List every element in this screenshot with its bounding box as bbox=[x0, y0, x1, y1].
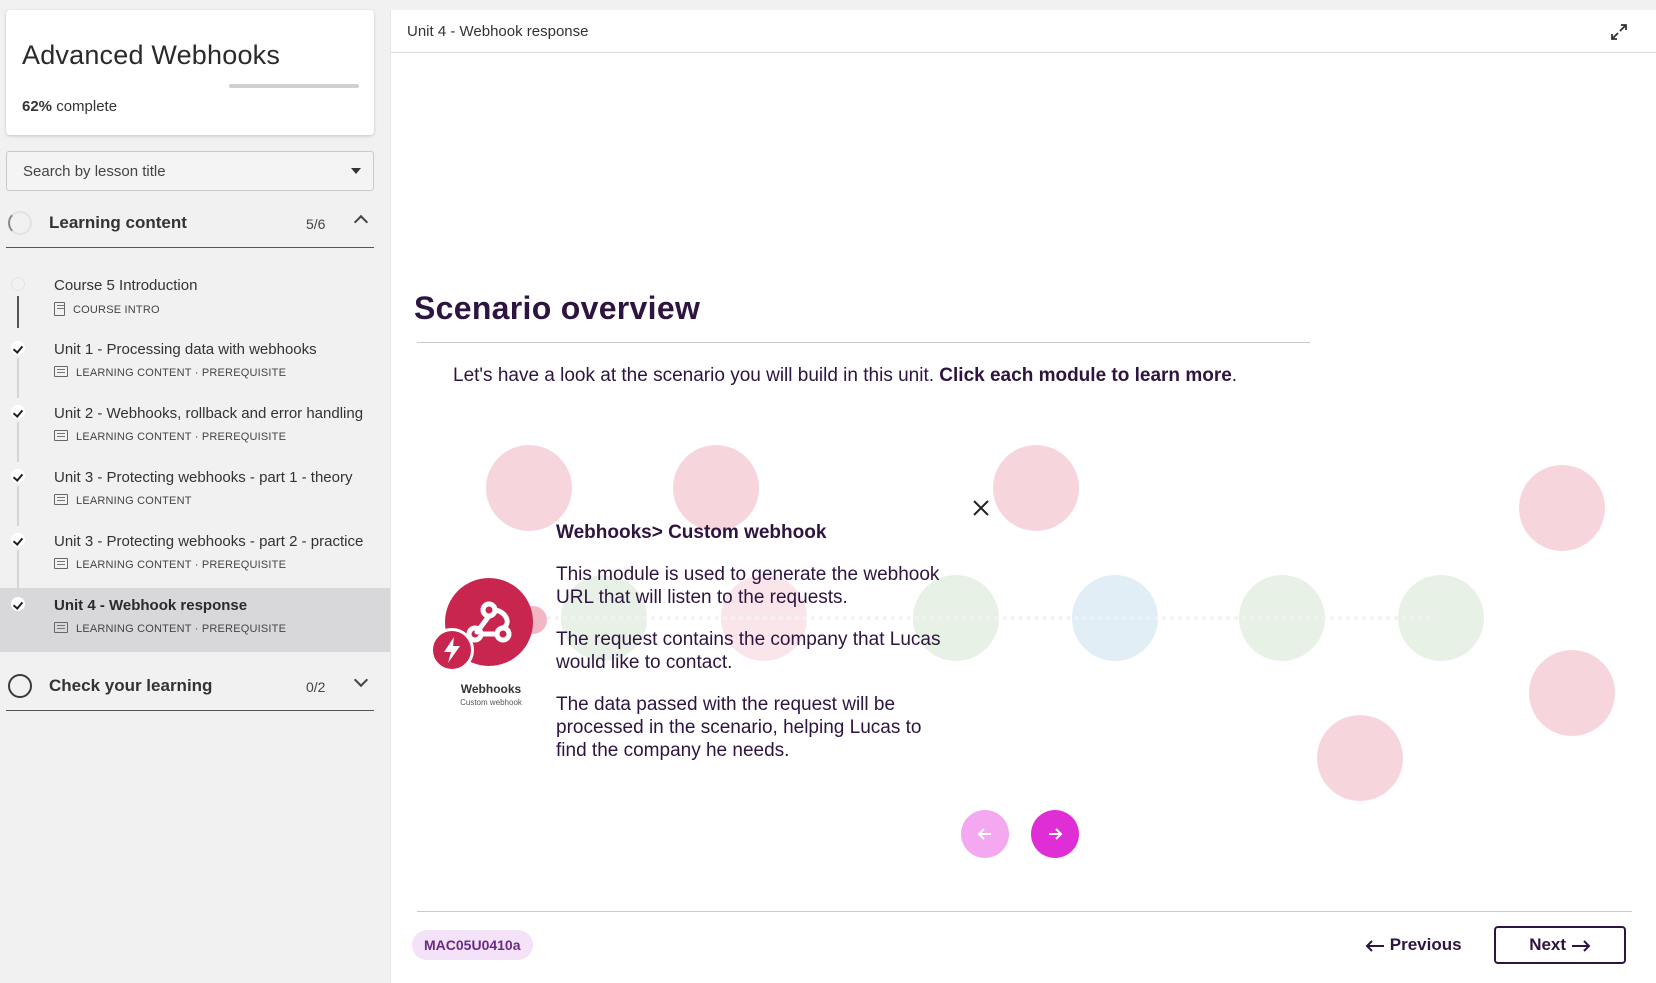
background-module-webhook[interactable] bbox=[486, 445, 572, 531]
course-progress-fill bbox=[229, 84, 310, 88]
section-count: 0/2 bbox=[306, 679, 326, 695]
timeline-line bbox=[17, 550, 19, 590]
course-progress-bar bbox=[229, 84, 359, 88]
tooltip-paragraph: The data passed with the request will be… bbox=[556, 694, 922, 761]
expand-icon[interactable] bbox=[1609, 22, 1629, 42]
page-title: Scenario overview bbox=[414, 290, 701, 326]
divider bbox=[417, 911, 1632, 912]
arrow-left-icon bbox=[977, 828, 991, 840]
lesson-title: Unit 1 - Processing data with webhooks bbox=[54, 341, 317, 358]
previous-label: Previous bbox=[1389, 935, 1462, 954]
section-check-your-learning[interactable]: Check your learning 0/2 bbox=[6, 661, 374, 711]
lesson-title: Unit 4 - Webhook response bbox=[54, 597, 248, 614]
lesson-meta-text: LEARNING CONTENT · PREREQUISITE bbox=[76, 623, 287, 635]
document-icon bbox=[54, 302, 65, 316]
slides-icon bbox=[54, 494, 68, 505]
lesson-title: Unit 2 - Webhooks, rollback and error ha… bbox=[54, 405, 364, 422]
lesson-list: Course 5 Introduction COURSE INTRO Unit … bbox=[0, 268, 390, 652]
lesson-panel: Unit 4 - Webhook response Scenario overv… bbox=[390, 10, 1656, 983]
progress-suffix: complete bbox=[52, 98, 118, 115]
next-label: Next bbox=[1529, 935, 1567, 954]
background-module-webhook[interactable] bbox=[1529, 650, 1615, 736]
background-module-webhook[interactable] bbox=[673, 445, 759, 531]
lesson-item[interactable]: Unit 3 - Protecting webhooks - part 1 - … bbox=[0, 460, 390, 526]
tooltip-paragraph: The request contains the company that Lu… bbox=[556, 629, 941, 673]
section-label: Check your learning bbox=[49, 676, 213, 695]
lesson-code-badge: MAC05U0410a bbox=[412, 930, 533, 960]
section-learning-content[interactable]: Learning content 5/6 bbox=[6, 198, 374, 248]
divider bbox=[417, 342, 1310, 343]
lesson-item[interactable]: Course 5 Introduction COURSE INTRO bbox=[0, 268, 390, 332]
module-name: Webhooks bbox=[460, 682, 522, 696]
tooltip-title: Webhooks> Custom webhook bbox=[556, 522, 827, 543]
lesson-meta: LEARNING CONTENT · PREREQUISITE bbox=[54, 366, 286, 379]
lesson-meta-text: LEARNING CONTENT · PREREQUISITE bbox=[76, 367, 287, 379]
next-step-button[interactable] bbox=[1031, 810, 1079, 858]
lesson-meta: COURSE INTRO bbox=[54, 302, 160, 316]
instant-trigger-icon bbox=[430, 628, 474, 672]
lesson-header: Unit 4 - Webhook response bbox=[391, 10, 1656, 53]
arrow-left-icon bbox=[1365, 939, 1384, 952]
timeline-line bbox=[17, 422, 19, 462]
course-title: Advanced Webhooks bbox=[22, 40, 281, 70]
lesson-title: Unit 3 - Protecting webhooks - part 2 - … bbox=[54, 533, 364, 550]
lesson-meta: LEARNING CONTENT bbox=[54, 494, 192, 507]
timeline-line bbox=[17, 296, 19, 328]
lesson-meta: LEARNING CONTENT · PREREQUISITE bbox=[54, 622, 286, 635]
progress-percent: 62% bbox=[22, 98, 53, 115]
intro-plain: Let's have a look at the scenario you wi… bbox=[453, 365, 940, 386]
timeline-line bbox=[17, 358, 19, 398]
previous-button[interactable]: Previous bbox=[1355, 926, 1472, 964]
intro-text: Let's have a look at the scenario you wi… bbox=[453, 365, 1237, 387]
progress-text: 62% complete bbox=[22, 98, 117, 115]
previous-step-button[interactable] bbox=[961, 810, 1009, 858]
lesson-meta-text: LEARNING CONTENT bbox=[76, 495, 192, 507]
lesson-title: Unit 3 - Protecting webhooks - part 1 - … bbox=[54, 469, 353, 486]
lesson-header-title: Unit 4 - Webhook response bbox=[407, 23, 589, 40]
progress-ring-icon bbox=[8, 674, 32, 698]
lesson-meta: LEARNING CONTENT · PREREQUISITE bbox=[54, 430, 286, 443]
lesson-search-select[interactable]: Search by lesson title bbox=[6, 151, 374, 191]
module-subtitle: Custom webhook bbox=[460, 698, 522, 707]
section-label: Learning content bbox=[49, 213, 187, 232]
close-icon[interactable] bbox=[971, 498, 991, 518]
lesson-item[interactable]: Unit 1 - Processing data with webhooks L… bbox=[0, 332, 390, 398]
chevron-up-icon[interactable] bbox=[353, 214, 369, 230]
course-card: Advanced Webhooks 62% complete bbox=[6, 10, 374, 135]
background-module-webhook[interactable] bbox=[1317, 715, 1403, 801]
lesson-meta-text: LEARNING CONTENT · PREREQUISITE bbox=[76, 431, 287, 443]
background-module-webhook[interactable] bbox=[993, 445, 1079, 531]
next-button[interactable]: Next bbox=[1494, 926, 1626, 964]
lightning-icon bbox=[444, 637, 460, 663]
search-placeholder: Search by lesson title bbox=[23, 163, 166, 180]
connector-line bbox=[531, 616, 1431, 620]
lesson-title: Course 5 Introduction bbox=[54, 277, 198, 294]
background-module-webhook[interactable] bbox=[1519, 465, 1605, 551]
lesson-item[interactable]: Unit 3 - Protecting webhooks - part 2 - … bbox=[0, 524, 390, 590]
course-sidebar: Advanced Webhooks 62% complete Search by… bbox=[0, 0, 390, 983]
arrow-right-icon bbox=[1571, 939, 1591, 952]
intro-end: . bbox=[1231, 365, 1238, 386]
lesson-meta-text: COURSE INTRO bbox=[73, 304, 160, 316]
lesson-meta-text: LEARNING CONTENT · PREREQUISITE bbox=[76, 559, 287, 571]
slides-icon bbox=[54, 558, 68, 569]
progress-ring-icon bbox=[8, 211, 32, 235]
lesson-item[interactable]: Unit 2 - Webhooks, rollback and error ha… bbox=[0, 396, 390, 462]
caret-down-icon bbox=[351, 168, 361, 174]
arrow-right-icon bbox=[1049, 828, 1063, 840]
slides-icon bbox=[54, 622, 68, 633]
status-dot-icon bbox=[11, 277, 25, 291]
lesson-item-active[interactable]: Unit 4 - Webhook response LEARNING CONTE… bbox=[0, 588, 390, 652]
lesson-meta: LEARNING CONTENT · PREREQUISITE bbox=[54, 558, 286, 571]
timeline-line bbox=[17, 486, 19, 526]
slides-icon bbox=[54, 366, 68, 377]
tooltip-paragraph: This module is used to generate the webh… bbox=[556, 564, 940, 608]
slides-icon bbox=[54, 430, 68, 441]
chevron-down-icon[interactable] bbox=[353, 672, 369, 688]
intro-bold: Click each module to learn more bbox=[939, 365, 1232, 386]
section-count: 5/6 bbox=[306, 216, 326, 232]
scenario-diagram: Webhooks Custom webhook Webhooks> Custom… bbox=[411, 430, 1656, 860]
